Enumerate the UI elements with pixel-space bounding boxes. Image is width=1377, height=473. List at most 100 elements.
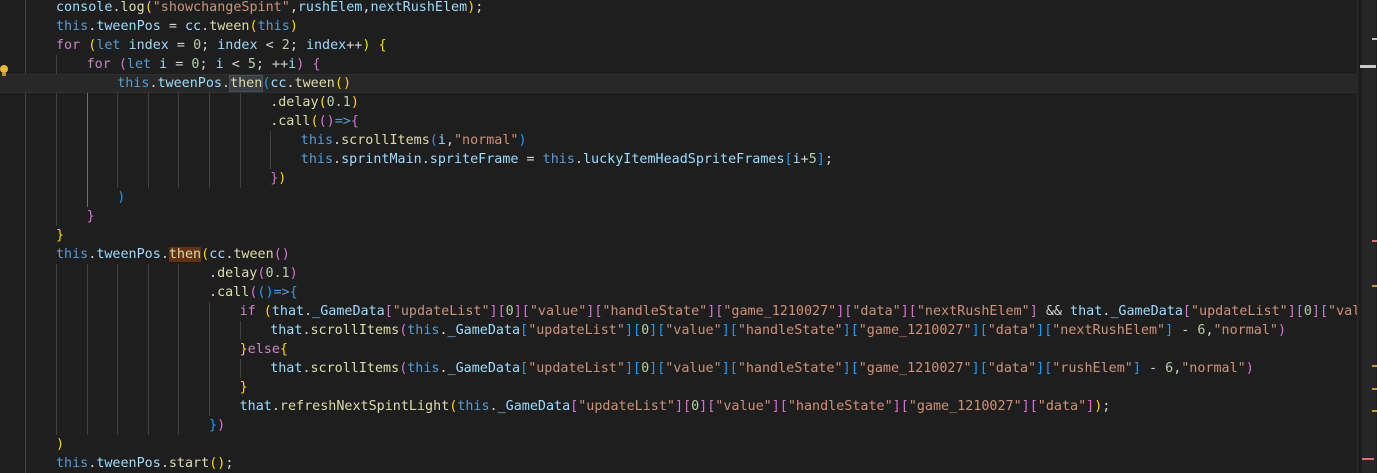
code-token: 0 [505, 304, 514, 319]
code-line[interactable]: for (let index = 0; index < 2; index++) … [0, 36, 1357, 55]
code-token: => [334, 114, 351, 129]
code-token: ] [842, 323, 851, 338]
code-token: ] [721, 361, 730, 376]
code-token: "data" [1037, 399, 1087, 414]
code-token: ] [892, 399, 901, 414]
code-line[interactable]: } [0, 378, 1357, 397]
code-token: [ [384, 304, 393, 319]
code-token: ] [649, 361, 658, 376]
code-token: . [209, 266, 218, 281]
code-token: ( [263, 304, 272, 319]
code-token: this [457, 399, 490, 414]
code-token: ; [225, 456, 234, 471]
code-token: [ [1029, 399, 1038, 414]
code-token: 0.1 [326, 95, 351, 110]
code-line[interactable]: this.tweenPos.start(); [0, 454, 1357, 473]
code-token: ; [201, 38, 218, 53]
code-token: [ [520, 323, 529, 338]
code-token: . [160, 456, 169, 471]
code-token: ; [199, 57, 216, 72]
code-token: scrollItems [310, 361, 400, 376]
code-line[interactable]: console.log("showchangeSpint",rushElem,n… [0, 0, 1357, 17]
code-token: "data" [852, 304, 901, 319]
code-token: this [56, 19, 89, 34]
code-token: this [117, 76, 150, 91]
code-token: ( [334, 76, 343, 91]
code-line[interactable]: this.scrollItems(i,"normal") [0, 131, 1357, 150]
code-line[interactable]: ) [0, 188, 1357, 207]
code-line[interactable]: this.sprintMain.spriteFrame = this.lucky… [0, 150, 1357, 169]
code-token: i [215, 57, 224, 72]
vertical-scrollbar[interactable] [1357, 0, 1377, 473]
code-token: this [56, 456, 89, 471]
overview-marker [1372, 240, 1377, 242]
overview-marker [1372, 285, 1377, 287]
code-token: = [518, 152, 543, 167]
code-token: . [112, 0, 121, 15]
code-token: - [1140, 361, 1166, 376]
code-token: ( [310, 114, 319, 129]
code-line[interactable]: .delay(0.1) [0, 93, 1357, 112]
code-line[interactable]: if (that._GameData["updateList"][0]["val… [0, 302, 1377, 321]
code-token: tweenPos [96, 19, 161, 34]
code-line[interactable]: }) [0, 416, 1357, 435]
code-token: i [159, 57, 168, 72]
code-token: luckyItemHeadSpriteFrames [582, 152, 785, 167]
code-line[interactable]: this.tweenPos.then(cc.tween() [0, 245, 1357, 264]
code-token: [ [900, 399, 909, 414]
overview-marker [1372, 38, 1377, 40]
code-token: [ [779, 399, 788, 414]
lightbulb-icon[interactable] [0, 65, 8, 76]
code-line[interactable]: that.scrollItems(this._GameData["updateL… [0, 321, 1357, 340]
code-token: [ [521, 304, 530, 319]
code-line[interactable]: .call(()=>{ [0, 283, 1357, 302]
code-line[interactable]: .call(()=>{ [0, 112, 1357, 131]
code-line[interactable]: for (let i = 0; i < 5; ++i) { [0, 55, 1357, 74]
code-token: delay [278, 95, 319, 110]
code-line[interactable]: this.tweenPos = cc.tween(this) [0, 17, 1357, 36]
code-token: "nextRushElem" [1052, 323, 1166, 338]
code-line[interactable]: }else{ [0, 340, 1357, 359]
code-line[interactable]: this.tweenPos.then(cc.tween() [0, 74, 1357, 93]
code-line[interactable]: .delay(0.1) [0, 264, 1357, 283]
code-token: cc [270, 76, 287, 91]
scrollbar-thumb[interactable] [1362, 0, 1376, 473]
code-token: ] [674, 399, 684, 414]
code-token: [ [729, 323, 738, 338]
code-token: [ [979, 361, 988, 376]
code-line[interactable]: }) [0, 169, 1357, 188]
code-editor[interactable]: console.log("showchangeSpint",rushElem,n… [0, 0, 1377, 473]
code-token: that [239, 399, 272, 414]
code-token: this [407, 361, 440, 376]
code-line[interactable]: } [0, 226, 1357, 245]
code-token: "data" [987, 361, 1037, 376]
code-token: "game_1210027" [908, 399, 1022, 414]
code-token: = [167, 57, 192, 72]
code-token: 0 [691, 399, 700, 414]
code-token: ) [1278, 323, 1287, 338]
code-token: . [201, 19, 210, 34]
code-token: let [96, 38, 121, 53]
code-line[interactable]: that.refreshNextSpintLight(this._GameDat… [0, 397, 1357, 416]
code-token: [ [1319, 304, 1329, 319]
code-token: [ [729, 361, 738, 376]
code-token: ] [624, 361, 633, 376]
code-line[interactable]: } [0, 207, 1357, 226]
code-token: ( [118, 57, 127, 72]
code-line[interactable]: ) [0, 435, 1357, 454]
code-token: , [445, 133, 454, 148]
code-token: ; [255, 57, 273, 72]
code-token: ; [824, 152, 833, 167]
code-token: "nextRushElem" [916, 304, 1030, 319]
code-token: [ [908, 304, 917, 319]
code-token: tween [233, 247, 274, 262]
code-token: ] [900, 304, 909, 319]
code-token: < [223, 57, 248, 72]
code-token: 0 [193, 38, 202, 53]
code-line[interactable]: that.scrollItems(this._GameData["updateL… [0, 359, 1357, 378]
code-token: tweenPos [157, 76, 223, 91]
code-token: else [247, 342, 280, 357]
code-token: ( [249, 19, 258, 34]
code-token: . [439, 361, 448, 376]
